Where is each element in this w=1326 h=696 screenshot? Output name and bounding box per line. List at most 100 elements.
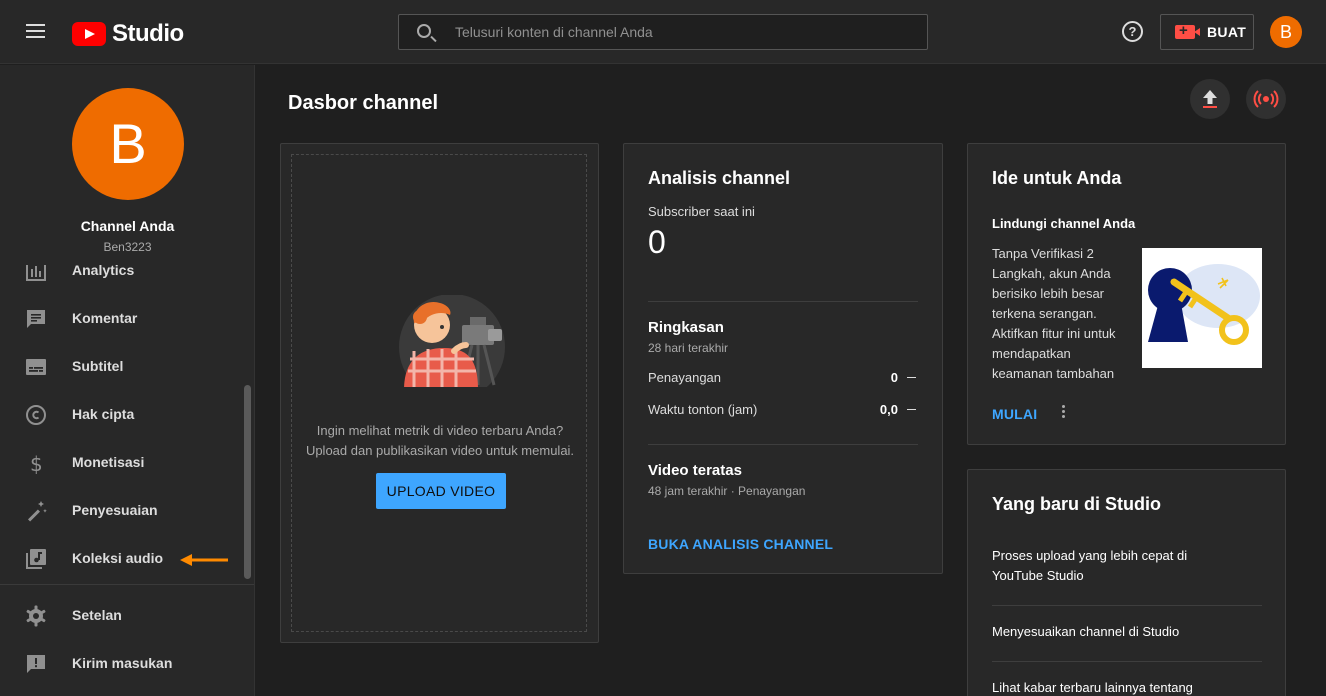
more-options-icon[interactable]: [1062, 405, 1066, 421]
ideas-body-line: Tanpa Verifikasi 2: [992, 246, 1094, 261]
subscribers-count: 0: [648, 224, 666, 260]
sidebar-item-subtitles[interactable]: Subtitel: [0, 343, 240, 391]
magic-wand-icon: [27, 501, 47, 522]
sidebar-item-label: Setelan: [72, 607, 122, 623]
metric-watch-time-value: 0,0: [879, 402, 898, 417]
news-item-line: Lihat kabar terbaru lainnya tentang: [992, 680, 1193, 695]
analytics-divider: [648, 444, 918, 445]
upload-dropzone: Ingin melihat metrik di video terbaru An…: [291, 154, 587, 632]
news-item[interactable]: Menyesuaikan channel di Studio: [992, 622, 1262, 642]
metric-views-value: 0: [890, 370, 898, 385]
whats-new-card: Yang baru di Studio Proses upload yang l…: [967, 469, 1286, 696]
ideas-body: Tanpa Verifikasi 2 Langkah, akun Anda be…: [992, 244, 1127, 384]
upload-icon: [1203, 90, 1217, 108]
sidebar: Analytics B Channel Anda Ben3223 Komenta…: [0, 65, 255, 696]
upload-prompt-line1: Ingin melihat metrik di video terbaru An…: [316, 423, 564, 438]
ideas-card: Ide untuk Anda Lindungi channel Anda Tan…: [967, 143, 1286, 445]
search-input[interactable]: [455, 15, 915, 49]
create-video-icon: [1175, 22, 1200, 39]
ideas-body-line: mendapatkan: [992, 346, 1071, 361]
metric-trend-dash: [907, 409, 916, 410]
whats-new-title: Yang baru di Studio: [992, 494, 1162, 514]
news-item[interactable]: Proses upload yang lebih cepat di YouTub…: [992, 546, 1262, 586]
sidebar-item-label: Subtitel: [72, 358, 124, 374]
keyhole-key-illustration: [1142, 248, 1262, 368]
go-live-button[interactable]: [1246, 79, 1286, 119]
summary-title: Ringkasan: [648, 319, 724, 336]
sidebar-item-feedback[interactable]: Kirim masukan: [0, 640, 240, 688]
top-bar: Studio ? BUAT B: [0, 0, 1326, 64]
upload-card: Ingin melihat metrik di video terbaru An…: [280, 143, 599, 643]
logo-text: Studio: [112, 20, 184, 47]
page-title: Dasbor channel: [288, 92, 439, 114]
audio-library-icon: [26, 549, 46, 569]
metric-trend-dash: [907, 377, 916, 378]
camera-person-illustration: [399, 295, 505, 387]
gear-icon: [26, 605, 46, 627]
comment-icon: [27, 310, 45, 328]
analytics-divider: [648, 301, 918, 302]
news-divider: [992, 661, 1262, 662]
sidebar-scrollbar[interactable]: [244, 385, 251, 579]
start-idea-link[interactable]: MULAI: [992, 406, 1037, 422]
news-item-line: Menyesuaikan channel di Studio: [992, 624, 1180, 639]
sidebar-item-label: Komentar: [72, 310, 138, 326]
ideas-body-line: Langkah, akun Anda: [992, 266, 1111, 281]
search-icon[interactable]: [417, 24, 431, 38]
live-icon: [1253, 90, 1279, 108]
open-analytics-link[interactable]: BUKA ANALISIS CHANNEL: [648, 536, 833, 552]
upload-video-button[interactable]: [1190, 79, 1230, 119]
upload-video-cta-button[interactable]: UPLOAD VIDEO: [376, 473, 506, 509]
create-button-label: BUAT: [1207, 24, 1247, 40]
ideas-subtitle: Lindungi channel Anda: [992, 216, 1136, 231]
channel-name: Channel Anda: [80, 218, 175, 234]
sidebar-item-comments[interactable]: Komentar: [0, 295, 240, 343]
analytics-card-title: Analisis channel: [648, 168, 791, 188]
metric-watch-time-label: Waktu tonton (jam): [648, 402, 758, 417]
dollar-icon: $: [30, 452, 43, 475]
sidebar-item-label: Penyesuaian: [72, 502, 158, 518]
sidebar-item-label: Kirim masukan: [72, 655, 173, 671]
sidebar-divider: [0, 584, 254, 585]
news-item[interactable]: Lihat kabar terbaru lainnya tentang: [992, 678, 1262, 696]
channel-handle: Ben3223: [103, 240, 152, 254]
arrow-pointer-icon: [180, 554, 228, 566]
sidebar-item-label: Monetisasi: [72, 454, 145, 470]
upload-prompt-line2: Upload dan publikasikan video untuk memu…: [305, 443, 575, 458]
create-button[interactable]: BUAT: [1160, 14, 1254, 50]
sidebar-item-copyright[interactable]: Hak cipta: [0, 391, 240, 439]
ideas-body-line: berisiko lebih besar: [992, 286, 1105, 301]
search-box[interactable]: [398, 14, 928, 50]
ideas-card-title: Ide untuk Anda: [992, 168, 1122, 188]
channel-avatar[interactable]: B: [72, 88, 184, 200]
subscribers-label: Subscriber saat ini: [648, 204, 755, 219]
ideas-body-line: terkena serangan.: [992, 306, 1097, 321]
ideas-body-line: Aktifkan fitur ini untuk: [992, 326, 1116, 341]
metric-views-label: Penayangan: [648, 370, 722, 385]
news-item-line: Proses upload yang lebih cepat di: [992, 548, 1188, 563]
sidebar-item-label: Hak cipta: [72, 406, 135, 422]
channel-analytics-card: Analisis channel Subscriber saat ini 0 R…: [623, 143, 943, 574]
studio-logo[interactable]: Studio: [72, 20, 184, 48]
top-videos-title: Video teratas: [648, 462, 742, 479]
top-videos-period: 48 jam terakhir · Penayangan: [648, 484, 806, 498]
sidebar-item-monetization[interactable]: $ Monetisasi: [0, 439, 240, 487]
sidebar-item-customization[interactable]: Penyesuaian: [0, 487, 240, 535]
sidebar-item-settings[interactable]: Setelan: [0, 592, 240, 640]
sidebar-scroll-mask: [0, 255, 240, 265]
security-key-icon: [1148, 264, 1260, 345]
copyright-icon: [26, 405, 46, 425]
youtube-play-icon: [72, 22, 106, 46]
svg-text:$: $: [30, 452, 43, 475]
sidebar-item-label: Koleksi audio: [72, 550, 164, 566]
account-avatar[interactable]: B: [1270, 16, 1302, 48]
news-item-line: YouTube Studio: [992, 568, 1084, 583]
summary-period: 28 hari terakhir: [648, 341, 729, 355]
feedback-icon: [27, 655, 45, 673]
subtitles-icon: [26, 359, 46, 375]
hamburger-menu-icon[interactable]: [20, 18, 52, 46]
ideas-body-line: keamanan tambahan: [992, 366, 1115, 381]
upload-prompt-text: Ingin melihat metrik di video terbaru An…: [292, 421, 588, 461]
help-icon[interactable]: ?: [1122, 21, 1143, 42]
news-divider: [992, 605, 1262, 606]
